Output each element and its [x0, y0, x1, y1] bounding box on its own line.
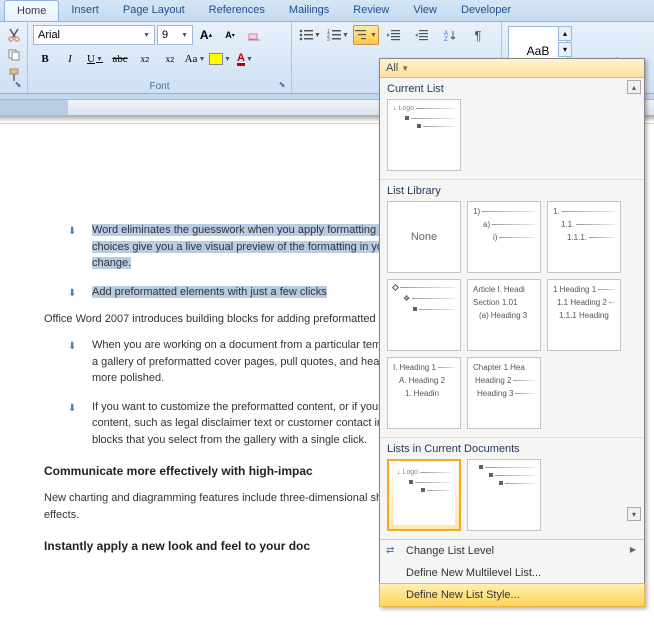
tile-bullets[interactable]: ❖	[387, 279, 461, 351]
clipboard-launcher[interactable]: ⬊	[11, 77, 25, 91]
multilevel-list-button[interactable]: ▼	[353, 25, 379, 45]
tile-none[interactable]: None	[387, 201, 461, 273]
font-color-button[interactable]: A▼	[233, 48, 257, 70]
sect-docs: Lists in Current Documents	[380, 438, 644, 457]
tile-1heading[interactable]: 1 Heading 1 1.1 Heading 2 1.1.1 Heading	[547, 279, 621, 351]
tab-view[interactable]: View	[401, 0, 449, 21]
p1a: Word eliminates the guesswork when you a…	[92, 224, 403, 236]
tile-chapter[interactable]: Chapter 1 Hea Heading 2 Heading 3	[467, 357, 541, 429]
tile-doc-bullets[interactable]	[467, 459, 541, 531]
p4b: a gallery of preformatted cover pages, p…	[92, 356, 410, 368]
bullet-icon: ⬇	[68, 337, 78, 387]
clipboard-group: ⬊	[0, 22, 28, 93]
bullets-button[interactable]: ▼	[297, 25, 323, 45]
p4c: more polished.	[92, 372, 164, 384]
change-list-level[interactable]: ⇄Change List Level▶	[380, 540, 644, 562]
show-marks-button[interactable]: ¶	[465, 25, 491, 45]
p1b: choices give you a live visual preview o…	[92, 241, 408, 253]
numbering-button[interactable]: 123▼	[325, 25, 351, 45]
svg-text:3: 3	[327, 37, 330, 41]
bullet-icon: ⬇	[68, 399, 78, 449]
subscript-button[interactable]: x2	[133, 48, 157, 70]
sect-current: Current List	[380, 78, 644, 97]
font-size-select[interactable]: 9▼	[157, 25, 193, 45]
change-case-button[interactable]: Aa▼	[183, 48, 207, 70]
p5c: blocks that you select from the gallery …	[92, 434, 367, 446]
tab-mailings[interactable]: Mailings	[277, 0, 341, 21]
highlight-button[interactable]: ▼	[208, 48, 232, 70]
tile-1a-i[interactable]: 1) a) i)	[467, 201, 541, 273]
grow-font-button[interactable]: A▴	[195, 25, 217, 45]
define-multilevel-list[interactable]: Define New Multilevel List...	[380, 562, 644, 584]
p4a: When you are working on a document from …	[92, 339, 405, 351]
tab-home[interactable]: Home	[4, 0, 59, 21]
style-down[interactable]: ▾	[558, 42, 572, 57]
font-group: Arial▼ 9▼ A▴ A▾ B I U▼ abc x2 x2 Aa▼ ▼ A…	[28, 22, 292, 93]
superscript-button[interactable]: x2	[158, 48, 182, 70]
font-group-label: Font	[28, 81, 291, 92]
sort-button[interactable]: AZ	[437, 25, 463, 45]
style-up[interactable]: ▴	[558, 26, 572, 41]
decrease-indent-button[interactable]	[381, 25, 407, 45]
bullet-icon: ⬇	[68, 284, 78, 301]
shrink-font-button[interactable]: A▾	[219, 25, 241, 45]
define-list-style[interactable]: Define New List Style...	[379, 583, 645, 607]
bold-button[interactable]: B	[33, 48, 57, 70]
p2: Add preformatted elements with just a fe…	[92, 286, 327, 298]
clear-format-button[interactable]	[243, 25, 265, 45]
font-launcher[interactable]: ⬊	[275, 77, 289, 91]
tile-1.1.1[interactable]: 1. 1.1. 1.1.1.	[547, 201, 621, 273]
italic-button[interactable]: I	[58, 48, 82, 70]
tile-IAi[interactable]: I.Heading 1 A.Heading 2 1.Headin	[387, 357, 461, 429]
scroll-up[interactable]: ▴	[627, 80, 641, 94]
multilevel-list-panel: All▼ ▴ Current List ↓Logo List Library N…	[379, 58, 645, 607]
cut-icon[interactable]	[5, 26, 23, 44]
underline-button[interactable]: U▼	[83, 48, 107, 70]
tab-review[interactable]: Review	[341, 0, 401, 21]
tile-doc-logo-sel[interactable]: ↓Logo	[387, 459, 461, 531]
p1c: change.	[92, 257, 131, 269]
sect-library: List Library	[380, 180, 644, 199]
tab-insert[interactable]: Insert	[59, 0, 111, 21]
copy-icon[interactable]	[5, 46, 23, 64]
font-name-select[interactable]: Arial▼	[33, 25, 155, 45]
p5a: If you want to customize the preformatte…	[92, 401, 407, 413]
ribbon-tabs: Home Insert Page Layout References Maili…	[0, 0, 654, 22]
increase-indent-button[interactable]	[409, 25, 435, 45]
tab-page-layout[interactable]: Page Layout	[111, 0, 197, 21]
ml-all-filter[interactable]: All▼	[380, 59, 644, 78]
tab-developer[interactable]: Developer	[449, 0, 523, 21]
svg-text:Z: Z	[444, 37, 448, 41]
strike-button[interactable]: abc	[108, 48, 132, 70]
tile-article[interactable]: Article I. Headi Section 1.01 (a) Headin…	[467, 279, 541, 351]
bullet-icon: ⬇	[68, 222, 78, 272]
scroll-down[interactable]: ▾	[627, 507, 641, 521]
tile-current-logo[interactable]: ↓Logo	[387, 99, 461, 171]
tab-references[interactable]: References	[197, 0, 277, 21]
p5b: content, such as legal disclaimer text o…	[92, 417, 405, 429]
